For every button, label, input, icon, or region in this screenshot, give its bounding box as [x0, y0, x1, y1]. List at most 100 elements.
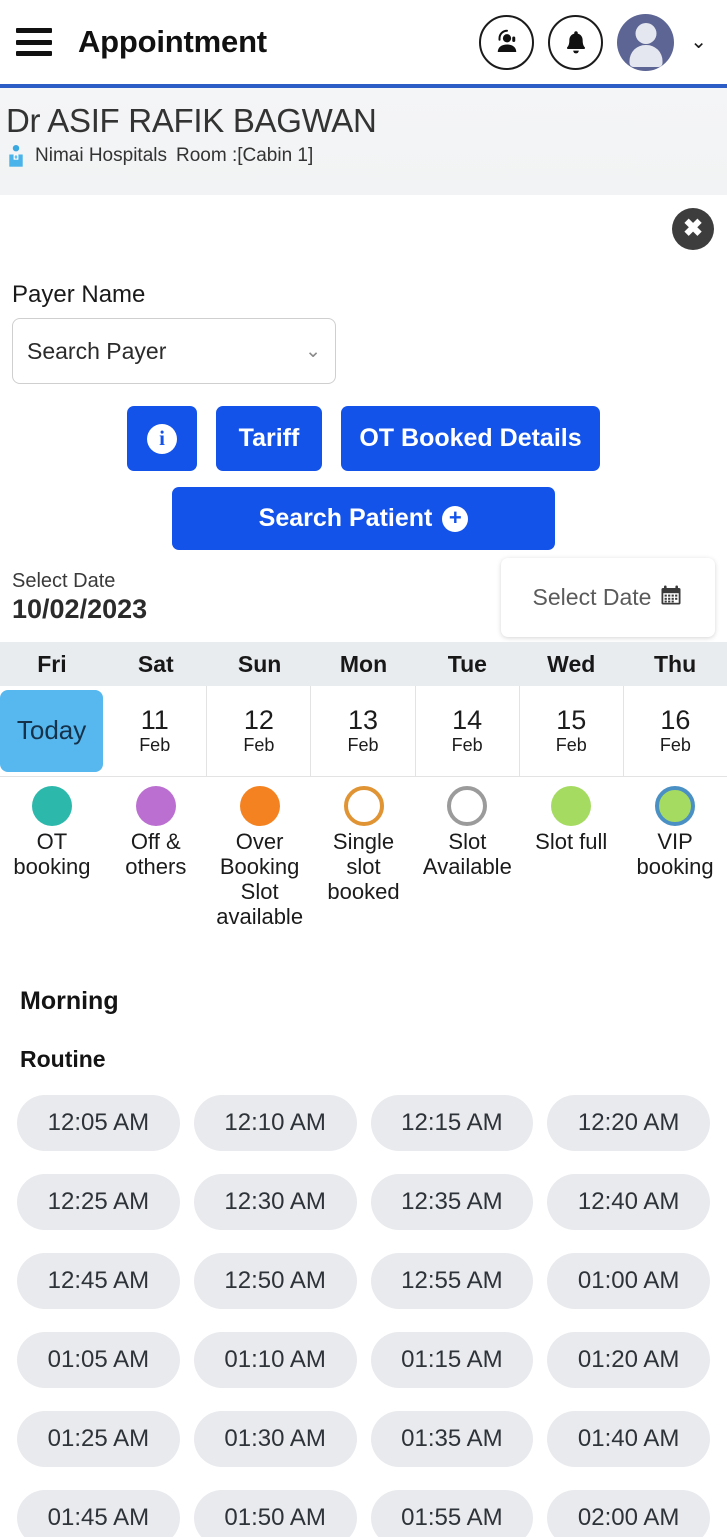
legend-label: Over Booking Slot available [216, 829, 304, 929]
close-icon[interactable]: ✖ [672, 208, 714, 250]
weekday-label: Thu [654, 650, 697, 677]
legend-label: Single slot booked [327, 829, 400, 904]
payer-selected-value: Search Payer [27, 337, 167, 364]
time-slot[interactable]: 12:40 AM [547, 1174, 710, 1230]
date-picker-button[interactable]: Select Date [501, 558, 715, 637]
hamburger-bar [16, 51, 52, 56]
time-slot[interactable]: 12:35 AM [370, 1174, 534, 1230]
date-cell[interactable]: 11 Feb [103, 686, 208, 776]
time-slot[interactable]: 01:25 AM [17, 1411, 180, 1467]
date-cell-label: Today [16, 715, 87, 746]
legend-color-dot [31, 786, 72, 826]
time-slot[interactable]: 01:30 AM [193, 1411, 357, 1467]
legend-label: Slot Available [422, 829, 512, 879]
hamburger-menu-icon[interactable] [16, 28, 52, 56]
legend-item: Single slot booked [312, 786, 416, 949]
time-slot[interactable]: 12:50 AM [193, 1253, 357, 1309]
date-number: 12 [243, 704, 274, 735]
chevron-down-icon: ⌄ [305, 340, 321, 362]
selected-date-value: 10/02/2023 [12, 594, 148, 624]
legend-color-dot [239, 786, 280, 826]
bell-icon[interactable] [548, 14, 604, 70]
search-patient-label: Search Patient [258, 504, 433, 532]
hospital-name: Nimai Hospitals [35, 144, 167, 166]
tariff-button[interactable]: Tariff [216, 406, 322, 471]
time-slot[interactable]: 12:30 AM [193, 1174, 357, 1230]
time-slot[interactable]: 01:50 AM [193, 1490, 357, 1537]
time-slot[interactable]: 01:10 AM [193, 1332, 357, 1388]
legend-item: Off & others [104, 786, 208, 949]
time-slot-grid: 12:05 AM 12:10 AM 12:15 AM 12:20 AM 12:25 AM… [0, 1073, 727, 1537]
plus-icon: + [442, 505, 469, 532]
weekday-label: Sun [237, 650, 282, 677]
select-date-label: Select Date [12, 570, 116, 592]
date-number: 13 [347, 704, 379, 735]
weekday-label: Tue [447, 650, 487, 677]
legend-label: VIP booking [636, 829, 714, 879]
payer-search-select[interactable]: Search Payer ⌄ [12, 318, 336, 384]
top-app-bar: Appointment ⌄ [0, 0, 727, 88]
action-button-row: i Tariff OT Booked Details [12, 406, 715, 471]
time-slot[interactable]: 01:00 AM [547, 1253, 710, 1309]
date-month: Feb [451, 735, 483, 756]
date-cell-today[interactable]: Today [0, 690, 104, 772]
date-month: Feb [347, 735, 379, 756]
avatar-body [629, 44, 663, 67]
legend-item: VIP booking [623, 786, 727, 949]
date-strip: Today 11 Feb 12 Feb 13 Feb 14 Feb 15 Feb… [0, 686, 727, 777]
doctor-badge-icon [6, 144, 26, 168]
support-agent-icon[interactable] [479, 14, 535, 70]
select-date-block: Select Date 10/02/2023 [12, 570, 147, 625]
time-slot[interactable]: 12:05 AM [17, 1095, 180, 1151]
slot-status-legend: OT booking Off & others Over Booking Slot avail… [0, 777, 727, 949]
legend-color-dot [447, 786, 488, 826]
time-slot[interactable]: 12:15 AM [370, 1095, 534, 1151]
time-slot[interactable]: 01:45 AM [17, 1490, 180, 1537]
search-patient-button[interactable]: Search Patient + [172, 487, 555, 550]
date-cell[interactable]: 12 Feb [207, 686, 312, 776]
date-cell[interactable]: 16 Feb [623, 686, 727, 776]
time-slot[interactable]: 12:10 AM [193, 1095, 357, 1151]
doctor-banner: Dr ASIF RAFIK BAGWAN Nimai Hospitals Roo… [0, 88, 727, 195]
time-slot[interactable]: 12:45 AM [17, 1253, 180, 1309]
user-avatar-icon[interactable] [617, 13, 675, 71]
legend-color-dot [135, 786, 176, 826]
legend-item: Over Booking Slot available [208, 786, 312, 949]
time-slot[interactable]: 01:05 AM [17, 1332, 180, 1388]
chevron-down-icon[interactable]: ⌄ [690, 32, 707, 52]
date-cell[interactable]: 13 Feb [311, 686, 416, 776]
date-number: 15 [556, 704, 587, 735]
legend-item: Slot Available [415, 786, 519, 949]
info-button[interactable]: i [127, 406, 197, 471]
weekday-header-row: Fri Sat Sun Mon Tue Wed Thu [0, 642, 727, 686]
time-slot[interactable]: 01:40 AM [547, 1411, 710, 1467]
calendar-icon [659, 583, 683, 613]
weekday-label: Fri [37, 650, 67, 677]
hamburger-bar [16, 39, 52, 45]
time-slot[interactable]: 02:00 AM [547, 1490, 710, 1537]
legend-item: OT booking [0, 786, 104, 949]
weekday-label: Sat [137, 650, 174, 677]
date-cell[interactable]: 15 Feb [519, 686, 624, 776]
date-month: Feb [139, 735, 171, 756]
time-slot[interactable]: 01:20 AM [547, 1332, 710, 1388]
legend-label: Off & others [125, 829, 187, 879]
time-slot[interactable]: 12:55 AM [370, 1253, 534, 1309]
time-slot[interactable]: 01:35 AM [370, 1411, 534, 1467]
doctor-name: Dr ASIF RAFIK BAGWAN [6, 102, 377, 139]
ot-booked-details-button[interactable]: OT Booked Details [341, 406, 600, 471]
date-picker-label: Select Date [532, 584, 652, 610]
legend-color-dot [551, 786, 592, 826]
select-date-row: Select Date 10/02/2023 Select Date [0, 550, 727, 642]
date-month: Feb [555, 735, 587, 756]
weekday-label: Mon [339, 650, 388, 677]
time-slot[interactable]: 12:20 AM [547, 1095, 710, 1151]
time-slot[interactable]: 01:55 AM [370, 1490, 534, 1537]
date-month: Feb [243, 735, 275, 756]
time-slot[interactable]: 12:25 AM [17, 1174, 180, 1230]
period-title: Morning [20, 987, 119, 1015]
date-cell[interactable]: 14 Feb [415, 686, 520, 776]
time-slot[interactable]: 01:15 AM [370, 1332, 534, 1388]
page-title: Appointment [78, 24, 267, 59]
date-number: 14 [452, 704, 483, 735]
